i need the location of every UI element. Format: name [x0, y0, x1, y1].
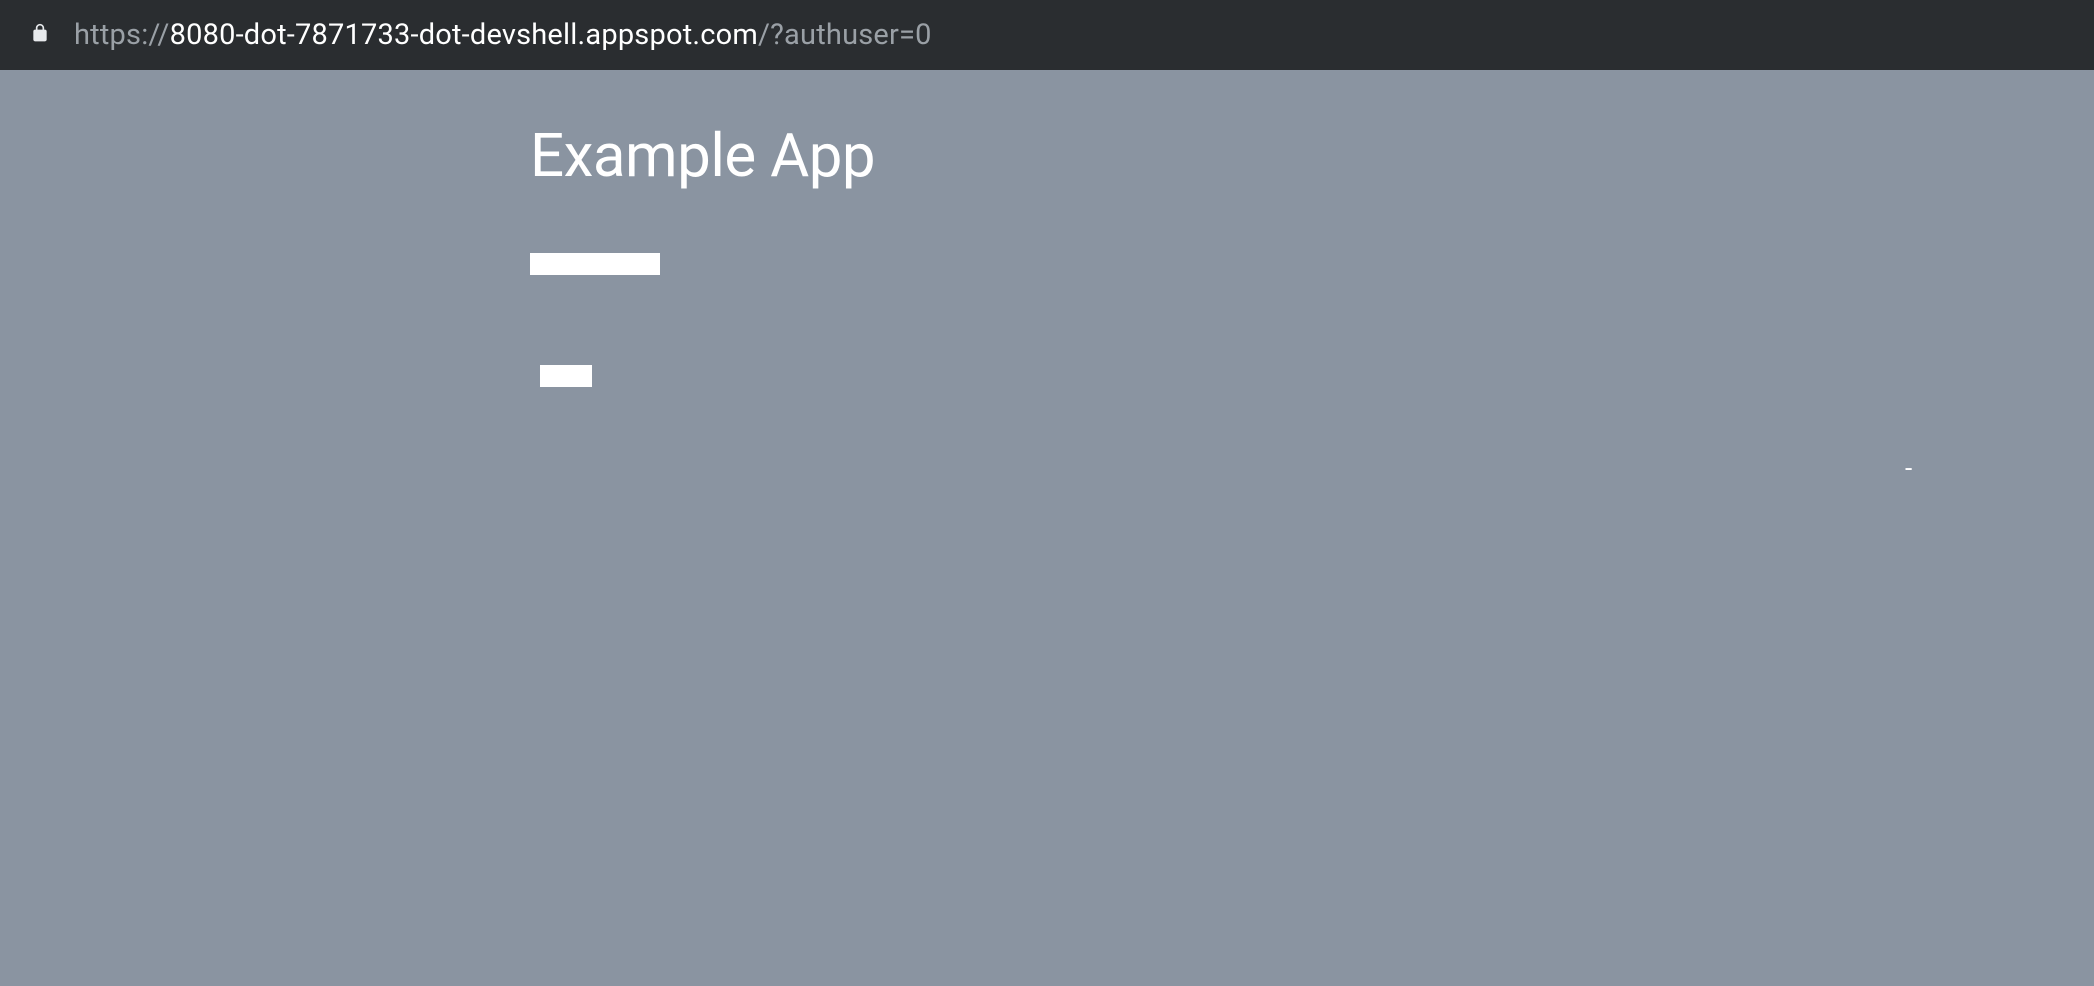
url-protocol: https://	[74, 18, 170, 52]
url-host: 8080-dot-7871733-dot-devshell.appspot.co…	[170, 18, 758, 52]
lock-icon	[30, 21, 50, 49]
content-container: Example App	[530, 120, 875, 387]
page-viewport: Example App -	[0, 70, 2094, 986]
loading-block-2	[540, 365, 592, 387]
loading-block-1	[530, 253, 660, 275]
address-bar[interactable]: https://8080-dot-7871733-dot-devshell.ap…	[0, 0, 2094, 70]
floating-dash: -	[1905, 456, 1912, 482]
url-text[interactable]: https://8080-dot-7871733-dot-devshell.ap…	[74, 18, 932, 52]
page-title: Example App	[530, 120, 875, 191]
url-path: /?authuser=0	[758, 18, 932, 52]
